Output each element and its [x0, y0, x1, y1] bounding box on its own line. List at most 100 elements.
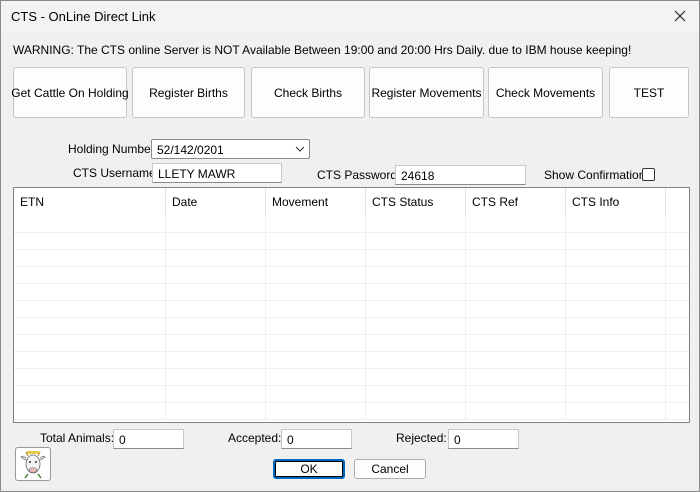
- table-cell[interactable]: [166, 301, 266, 318]
- table-cell[interactable]: [14, 318, 166, 335]
- table-cell[interactable]: [466, 318, 566, 335]
- table-cell[interactable]: [466, 403, 566, 420]
- table-row[interactable]: [14, 369, 689, 386]
- table-row[interactable]: [14, 386, 689, 403]
- table-row[interactable]: [14, 335, 689, 352]
- table-cell[interactable]: [266, 386, 366, 403]
- table-cell[interactable]: [166, 250, 266, 267]
- column-header-cts-ref[interactable]: CTS Ref: [466, 188, 566, 216]
- close-button[interactable]: [665, 3, 695, 29]
- column-header-cts-status[interactable]: CTS Status: [366, 188, 466, 216]
- table-cell[interactable]: [366, 335, 466, 352]
- table-cell[interactable]: [166, 386, 266, 403]
- table-cell[interactable]: [266, 250, 366, 267]
- register-births-button[interactable]: Register Births: [132, 67, 245, 118]
- table-cell[interactable]: [566, 369, 666, 386]
- table-cell[interactable]: [366, 301, 466, 318]
- table-row[interactable]: [14, 250, 689, 267]
- table-cell[interactable]: [566, 267, 666, 284]
- table-cell[interactable]: [466, 369, 566, 386]
- table-cell[interactable]: [266, 318, 366, 335]
- table-cell[interactable]: [14, 233, 166, 250]
- table-cell[interactable]: [14, 216, 166, 233]
- table-cell[interactable]: [366, 267, 466, 284]
- table-row[interactable]: [14, 318, 689, 335]
- table-cell[interactable]: [466, 301, 566, 318]
- table-cell[interactable]: [166, 318, 266, 335]
- table-cell[interactable]: [466, 216, 566, 233]
- table-cell[interactable]: [366, 386, 466, 403]
- table-cell[interactable]: [266, 403, 366, 420]
- test-button[interactable]: TEST: [609, 67, 689, 118]
- table-row[interactable]: [14, 233, 689, 250]
- table-cell[interactable]: [366, 284, 466, 301]
- table-cell[interactable]: [166, 352, 266, 369]
- table-cell[interactable]: [266, 267, 366, 284]
- column-header-date[interactable]: Date: [166, 188, 266, 216]
- table-cell[interactable]: [566, 233, 666, 250]
- table-row[interactable]: [14, 216, 689, 233]
- check-births-button[interactable]: Check Births: [251, 67, 365, 118]
- table-cell[interactable]: [14, 267, 166, 284]
- table-cell[interactable]: [266, 301, 366, 318]
- table-cell[interactable]: [366, 233, 466, 250]
- table-cell[interactable]: [266, 335, 366, 352]
- table-cell[interactable]: [566, 403, 666, 420]
- table-cell[interactable]: [466, 335, 566, 352]
- cts-username-input[interactable]: LLETY MAWR: [152, 163, 282, 183]
- table-cell[interactable]: [466, 250, 566, 267]
- table-cell[interactable]: [466, 386, 566, 403]
- table-cell[interactable]: [466, 352, 566, 369]
- table-cell[interactable]: [166, 216, 266, 233]
- cancel-button[interactable]: Cancel: [354, 459, 426, 479]
- table-cell[interactable]: [366, 403, 466, 420]
- table-cell[interactable]: [166, 403, 266, 420]
- cts-password-input[interactable]: 24618: [395, 165, 526, 185]
- table-cell[interactable]: [266, 216, 366, 233]
- table-cell[interactable]: [14, 335, 166, 352]
- table-cell[interactable]: [14, 403, 166, 420]
- check-movements-button[interactable]: Check Movements: [488, 67, 603, 118]
- column-header-cts-info[interactable]: CTS Info: [566, 188, 666, 216]
- table-cell[interactable]: [266, 369, 366, 386]
- table-row[interactable]: [14, 352, 689, 369]
- register-movements-button[interactable]: Register Movements: [369, 67, 484, 118]
- table-row[interactable]: [14, 284, 689, 301]
- column-header-movement[interactable]: Movement: [266, 188, 366, 216]
- table-cell[interactable]: [566, 250, 666, 267]
- table-cell[interactable]: [566, 301, 666, 318]
- table-row[interactable]: [14, 403, 689, 420]
- table-cell[interactable]: [166, 233, 266, 250]
- table-cell[interactable]: [266, 352, 366, 369]
- table-cell[interactable]: [566, 318, 666, 335]
- table-cell[interactable]: [366, 352, 466, 369]
- table-cell[interactable]: [366, 318, 466, 335]
- table-cell[interactable]: [366, 250, 466, 267]
- table-cell[interactable]: [14, 250, 166, 267]
- table-cell[interactable]: [566, 386, 666, 403]
- table-cell[interactable]: [566, 352, 666, 369]
- show-confirmation-checkbox[interactable]: [642, 168, 655, 181]
- holding-number-select[interactable]: 52/142/0201: [151, 139, 310, 159]
- table-cell[interactable]: [14, 386, 166, 403]
- table-cell[interactable]: [166, 284, 266, 301]
- table-cell[interactable]: [266, 284, 366, 301]
- table-cell[interactable]: [466, 284, 566, 301]
- table-cell[interactable]: [166, 335, 266, 352]
- column-header-etn[interactable]: ETN: [14, 188, 166, 216]
- table-cell[interactable]: [566, 284, 666, 301]
- table-cell[interactable]: [166, 369, 266, 386]
- movements-grid[interactable]: ETN Date Movement CTS Status CTS Ref CTS…: [13, 187, 690, 423]
- table-cell[interactable]: [166, 267, 266, 284]
- table-cell[interactable]: [466, 233, 566, 250]
- ok-button[interactable]: OK: [273, 459, 345, 479]
- table-cell[interactable]: [366, 369, 466, 386]
- table-cell[interactable]: [14, 369, 166, 386]
- table-cell[interactable]: [366, 216, 466, 233]
- get-cattle-on-holding-button[interactable]: Get Cattle On Holding: [11, 67, 129, 118]
- table-cell[interactable]: [466, 267, 566, 284]
- table-cell[interactable]: [566, 216, 666, 233]
- table-cell[interactable]: [14, 352, 166, 369]
- table-cell[interactable]: [14, 301, 166, 318]
- table-row[interactable]: [14, 267, 689, 284]
